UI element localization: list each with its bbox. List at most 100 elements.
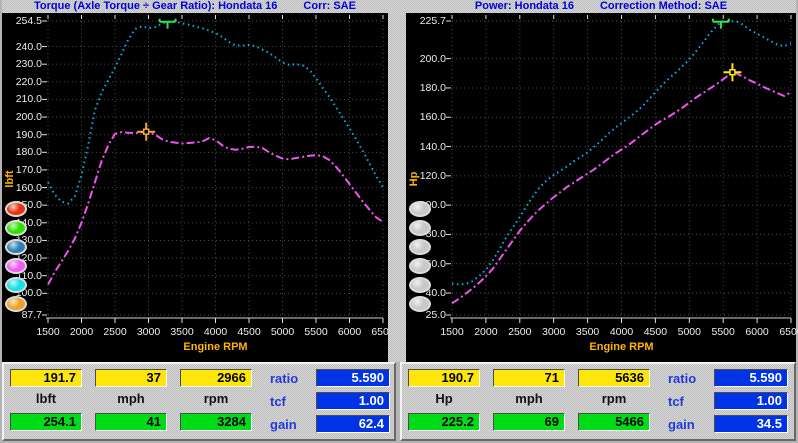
torque-plot-area[interactable]: 254.5 240.0 230.0 220.0 210.0 200.0 190.0 180.0… bbox=[2, 13, 395, 362]
run-select-button-2[interactable] bbox=[409, 220, 431, 236]
tcf-value: 1.00 bbox=[714, 392, 788, 410]
rpm-unit-label: rpm bbox=[203, 391, 229, 406]
x-axis-tick-label: 4500 bbox=[643, 326, 668, 338]
x-axis-tick-label: 2500 bbox=[103, 326, 127, 338]
y-axis-tick-label: 220.0 bbox=[15, 75, 42, 88]
plot-canvas bbox=[42, 15, 384, 323]
peak-torque-value: 254.1 bbox=[10, 413, 82, 431]
ratio-label: ratio bbox=[270, 371, 299, 386]
x-axis-tick-label: 5500 bbox=[711, 326, 735, 338]
run-select-button-6[interactable] bbox=[5, 296, 27, 312]
cursor-rpm-value: 5636 bbox=[578, 369, 650, 387]
run-select-button-3[interactable] bbox=[409, 239, 431, 255]
y-axis-tick-label: 25.0 bbox=[425, 309, 446, 321]
x-axis-tick-label: 5000 bbox=[270, 326, 295, 338]
y-axis-tick-label: 225.7 bbox=[419, 15, 446, 27]
torque-correction-label: Corr: SAE bbox=[303, 0, 356, 12]
run-select-button-4[interactable] bbox=[5, 258, 27, 274]
torque-readout-panel: 191.7 37 2966 lbft mph rpm 254.1 41 3284… bbox=[2, 362, 396, 441]
power-chart-titlebar: Power: Hondata 16 Correction Method: SAE bbox=[406, 0, 796, 13]
run-select-button-2[interactable] bbox=[5, 220, 27, 236]
run-select-button-4[interactable] bbox=[409, 258, 431, 274]
ratio-label: ratio bbox=[668, 371, 697, 386]
x-axis-tick-label: 5000 bbox=[677, 326, 701, 338]
peak-mph-value: 41 bbox=[95, 413, 167, 431]
y-axis-tick-label: 180.0 bbox=[419, 81, 446, 94]
cursor-hp-value: 190.7 bbox=[408, 369, 480, 387]
cursor-torque-value: 191.7 bbox=[10, 369, 82, 387]
tcf-label: tcf bbox=[668, 394, 684, 409]
torque-chart-title: Torque (Axle Torque ÷ Gear Ratio): Honda… bbox=[34, 0, 278, 12]
peak-mph-value: 69 bbox=[493, 413, 565, 431]
dyno-software-window: Torque (Axle Torque ÷ Gear Ratio): Honda… bbox=[0, 0, 798, 443]
y-axis-tick-label: 180.0 bbox=[15, 146, 42, 159]
gain-value: 34.5 bbox=[714, 415, 788, 433]
peak-hp-value: 225.2 bbox=[408, 413, 480, 431]
cursor-rpm-value: 2966 bbox=[180, 369, 252, 387]
y-axis-tick-label: 200.0 bbox=[15, 111, 42, 124]
x-axis-tick-label: 3000 bbox=[136, 326, 161, 338]
x-axis-tick-label: 4500 bbox=[237, 326, 261, 338]
y-axis-tick-label: 210.0 bbox=[15, 93, 42, 106]
ratio-value: 5.590 bbox=[316, 369, 390, 387]
hp-unit-label: Hp bbox=[435, 391, 453, 406]
tcf-value: 1.00 bbox=[316, 392, 390, 410]
y-axis-unit-label: Hp bbox=[408, 171, 420, 187]
y-axis-tick-label: 240.0 bbox=[15, 40, 42, 53]
torque-chart-panel: Torque (Axle Torque ÷ Gear Ratio): Honda… bbox=[2, 0, 395, 362]
cursor-mph-value: 71 bbox=[493, 369, 565, 387]
y-axis-tick-label: 160.0 bbox=[419, 111, 446, 124]
power-chart-panel: Power: Hondata 16 Correction Method: SAE… bbox=[406, 0, 798, 362]
x-axis-tick-label: 1500 bbox=[36, 326, 60, 338]
power-plot-area[interactable]: 225.7 200.0 180.0 160.0 140.0 120.0 100.0 80.0 6… bbox=[406, 13, 798, 362]
x-axis-unit-label: Engine RPM bbox=[589, 341, 654, 353]
torque-chart-titlebar: Torque (Axle Torque ÷ Gear Ratio): Honda… bbox=[2, 0, 388, 13]
y-axis-unit-label: lbft bbox=[4, 170, 16, 188]
y-axis-tick-label: 190.0 bbox=[15, 128, 42, 141]
x-axis-unit-label: Engine RPM bbox=[183, 341, 248, 353]
power-correction-label: Correction Method: SAE bbox=[599, 0, 728, 12]
run-power-cyan-curve bbox=[451, 19, 792, 286]
run-select-button-6[interactable] bbox=[409, 296, 431, 312]
gain-label: gain bbox=[270, 417, 297, 432]
run-select-button-3[interactable] bbox=[5, 239, 27, 255]
torque-unit-label: lbft bbox=[35, 391, 57, 406]
x-axis-tick-label: 3500 bbox=[170, 326, 194, 338]
power-chart-title: Power: Hondata 16 bbox=[474, 0, 574, 12]
x-axis-tick-label: 4000 bbox=[203, 326, 228, 338]
x-axis-tick-label: 6000 bbox=[337, 326, 362, 338]
y-axis-tick-label: 230.0 bbox=[15, 58, 42, 71]
run-torque-cyan-curve bbox=[47, 20, 384, 205]
x-axis-tick-label: 3500 bbox=[575, 326, 600, 338]
gain-value: 62.4 bbox=[316, 415, 390, 433]
rpm-unit-label: rpm bbox=[601, 391, 627, 406]
plot-canvas bbox=[446, 15, 792, 323]
run-select-button-1[interactable] bbox=[5, 201, 27, 217]
x-axis-tick-label: 3000 bbox=[542, 326, 566, 338]
run-select-button-5[interactable] bbox=[409, 277, 431, 293]
run-select-button-1[interactable] bbox=[409, 201, 431, 217]
y-axis-tick-label: 87.7 bbox=[21, 309, 42, 321]
peak-rpm-value: 5466 bbox=[578, 413, 650, 431]
mph-unit-label: mph bbox=[515, 391, 543, 406]
mph-unit-label: mph bbox=[117, 391, 145, 406]
gain-label: gain bbox=[668, 417, 695, 432]
peak-rpm-value: 3284 bbox=[180, 413, 252, 431]
x-axis-tick-label: 6000 bbox=[745, 326, 769, 338]
y-axis-tick-label: 254.5 bbox=[15, 15, 42, 27]
run-power-magenta-curve bbox=[451, 71, 792, 305]
x-axis-tick-label: 2500 bbox=[508, 326, 532, 338]
x-axis-tick-label: 1500 bbox=[440, 326, 464, 338]
y-axis-tick-label: 200.0 bbox=[419, 52, 446, 65]
x-axis-tick-label: 2000 bbox=[69, 326, 94, 338]
tcf-label: tcf bbox=[270, 394, 286, 409]
x-axis-tick-label: 4000 bbox=[609, 326, 634, 338]
x-axis-tick-label: 2000 bbox=[474, 326, 498, 338]
run-select-button-5[interactable] bbox=[5, 277, 27, 293]
chart-divider bbox=[388, 0, 406, 362]
cursor-mph-value: 37 bbox=[95, 369, 167, 387]
x-axis-tick-label: 5500 bbox=[304, 326, 328, 338]
x-axis-tick-label: 6500 bbox=[779, 326, 798, 338]
ratio-value: 5.590 bbox=[714, 369, 788, 387]
power-readout-panel: 190.7 71 5636 Hp mph rpm 225.2 69 5466 r… bbox=[400, 362, 796, 441]
